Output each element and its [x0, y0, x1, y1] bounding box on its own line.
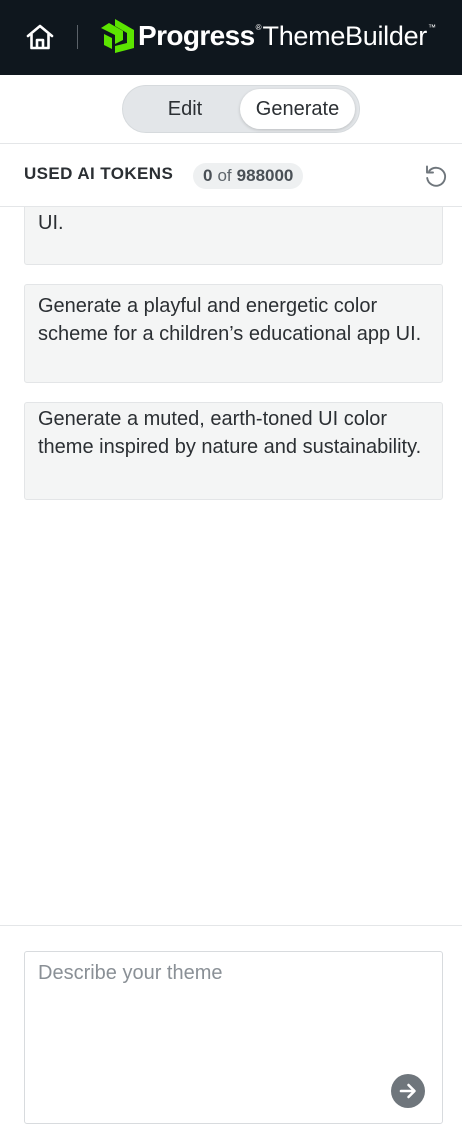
- app-header: Progress ® ThemeBuilder ™: [0, 0, 462, 75]
- tokens-count-badge: 0 of 988000: [193, 163, 304, 189]
- mode-toggle: Edit Generate: [122, 85, 360, 133]
- theme-prompt-input[interactable]: [25, 952, 442, 1123]
- tokens-of-label: of: [217, 166, 232, 185]
- progress-logo-icon: [101, 19, 134, 53]
- tokens-total: 988000: [236, 166, 294, 185]
- prompt-composer: [24, 951, 443, 1124]
- undo-icon: [426, 165, 447, 187]
- brand-registered-mark: ®: [255, 22, 262, 32]
- trademark-mark: ™: [427, 22, 436, 32]
- product-name: ThemeBuilder: [262, 20, 428, 51]
- home-button[interactable]: [22, 20, 58, 54]
- arrow-right-icon: [399, 1083, 416, 1099]
- mode-switch-bar: Edit Generate: [0, 75, 462, 144]
- suggestion-card[interactable]: Generate a muted, earth-toned UI color t…: [24, 402, 443, 500]
- composer-divider: [0, 925, 462, 926]
- brand-name: Progress: [138, 20, 255, 51]
- suggestions-list: suitable for a wedding planning applicat…: [0, 207, 462, 925]
- suggestion-card[interactable]: suitable for a wedding planning applicat…: [24, 207, 443, 265]
- home-icon: [26, 24, 54, 50]
- generate-mode-button[interactable]: Generate: [240, 89, 355, 129]
- suggestion-card[interactable]: Generate a playful and energetic color s…: [24, 284, 443, 383]
- tokens-used: 0: [203, 166, 213, 185]
- brand: Progress ® ThemeBuilder ™: [101, 17, 436, 55]
- edit-mode-button[interactable]: Edit: [127, 89, 243, 129]
- send-button[interactable]: [391, 1074, 425, 1108]
- header-divider: [77, 25, 78, 49]
- tokens-label: USED AI TOKENS: [24, 164, 174, 183]
- ai-tokens-bar: USED AI TOKENS 0 of 988000: [0, 144, 462, 207]
- reset-conversation-button[interactable]: [422, 162, 450, 190]
